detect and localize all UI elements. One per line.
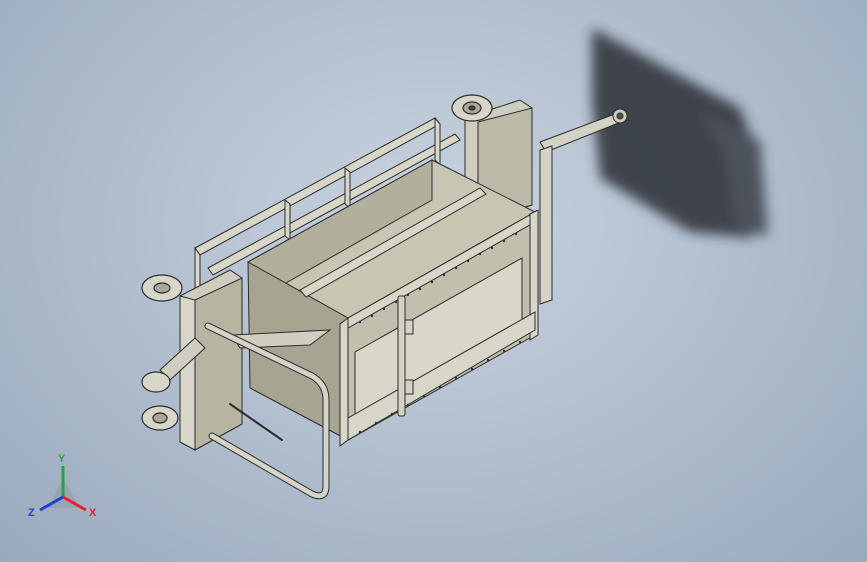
cad-viewport[interactable]: Y X Z bbox=[0, 0, 867, 562]
projected-shadow bbox=[592, 28, 768, 238]
y-axis-label: Y bbox=[58, 453, 66, 465]
coordinate-triad: Y X Z bbox=[28, 453, 97, 519]
x-axis-label: X bbox=[89, 507, 97, 519]
cad-scene[interactable]: Y X Z bbox=[0, 0, 867, 562]
rear-caster-wheel bbox=[451, 94, 493, 122]
z-axis-label: Z bbox=[28, 507, 35, 519]
front-caster-wheels bbox=[141, 274, 183, 431]
